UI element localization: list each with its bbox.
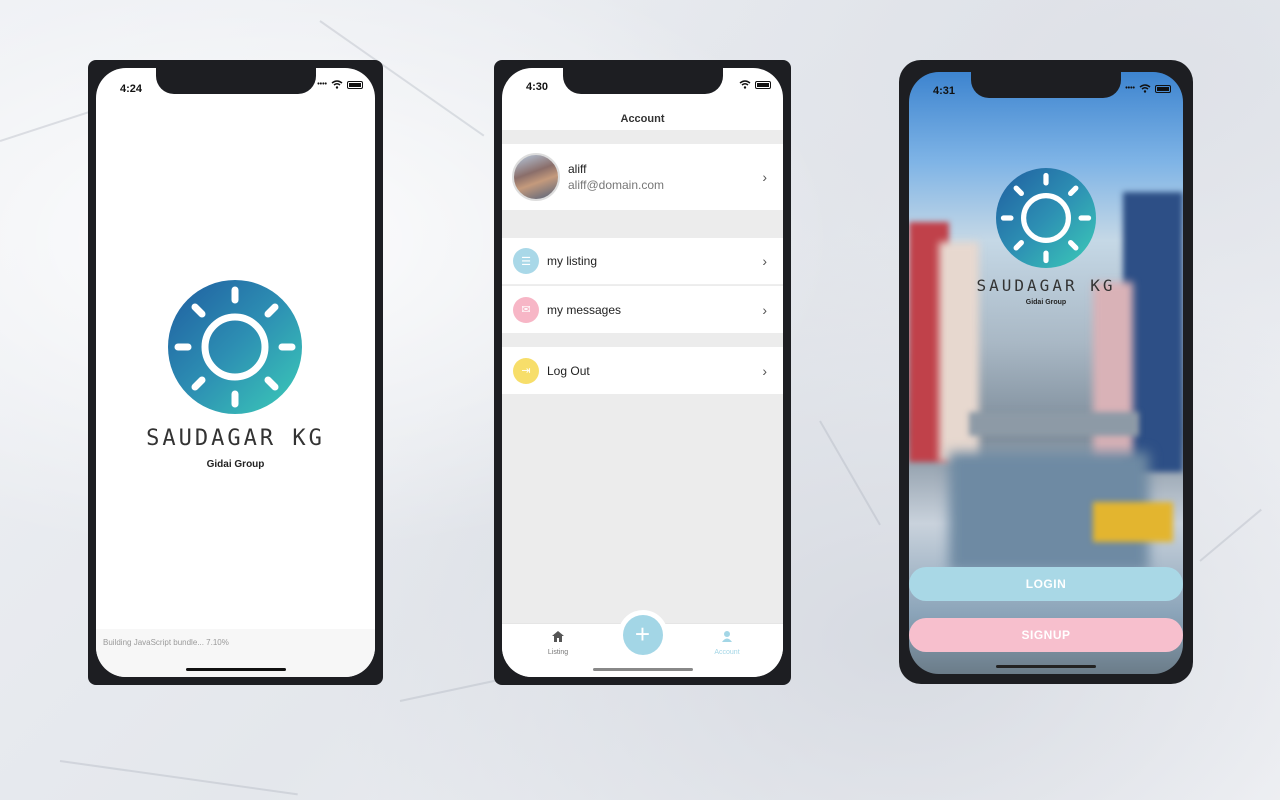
menu-item-my-listing[interactable]: ☰ my listing › [502, 238, 783, 285]
status-bar: 4:31 •••• [909, 72, 1183, 102]
login-phone: 4:31 •••• SAUDAGAR KG Gidai Group LOGIN … [899, 60, 1193, 684]
user-name: aliff [568, 162, 587, 176]
wifi-icon [1139, 84, 1151, 93]
status-bar: 4:30 [502, 68, 783, 98]
menu-item-label: my listing [547, 254, 598, 268]
avatar [512, 153, 560, 201]
tab-account[interactable]: Account [697, 630, 757, 656]
home-icon [552, 631, 564, 642]
home-indicator [592, 668, 693, 671]
account-phone: 4:30 Account aliff aliff@domain.com › ☰ … [494, 60, 791, 685]
signal-icon: •••• [1125, 85, 1135, 92]
battery-icon [1155, 84, 1171, 93]
add-listing-button[interactable]: + [622, 615, 663, 655]
battery-icon [347, 80, 363, 89]
account-screen: 4:30 Account aliff aliff@domain.com › ☰ … [502, 68, 783, 677]
fab-container: + [617, 610, 668, 660]
tab-label: Listing [547, 649, 569, 656]
profile-row[interactable]: aliff aliff@domain.com › [502, 144, 783, 210]
status-time: 4:24 [120, 83, 143, 95]
list-icon: ☰ [513, 248, 539, 274]
login-button[interactable]: LOGIN [909, 567, 1183, 601]
menu-item-log-out[interactable]: ⇥ Log Out › [502, 347, 783, 394]
sun-logo-icon [168, 280, 302, 414]
splash-phone: 4:24 •••• SAUDAGAR KG Gidai Group Buildi… [88, 60, 383, 685]
battery-icon [755, 80, 771, 89]
chevron-right-icon: › [762, 169, 767, 185]
status-bar: 4:24 •••• [96, 68, 375, 98]
brand-subtitle: Gidai Group [1025, 299, 1067, 306]
background-bridge [969, 412, 1139, 436]
menu-item-label: my messages [547, 302, 622, 317]
person-icon [722, 631, 732, 642]
brand-subtitle: Gidai Group [206, 459, 265, 470]
brand-name: SAUDAGAR KG [976, 276, 1116, 295]
wifi-icon [331, 80, 343, 89]
chevron-right-icon: › [762, 362, 767, 379]
logout-icon: ⇥ [513, 357, 539, 384]
signup-button[interactable]: SIGNUP [909, 618, 1183, 652]
wifi-icon [739, 80, 751, 89]
splash-screen: 4:24 •••• SAUDAGAR KG Gidai Group Buildi… [96, 68, 375, 677]
home-indicator [185, 668, 286, 671]
tab-listing[interactable]: Listing [528, 630, 588, 656]
page-title: Account [620, 113, 665, 125]
tab-label: Account [714, 649, 740, 656]
signal-icon: •••• [317, 81, 327, 88]
login-screen: 4:31 •••• SAUDAGAR KG Gidai Group LOGIN … [909, 72, 1183, 674]
background-boat [1093, 502, 1173, 542]
chevron-right-icon: › [762, 301, 767, 318]
brand-name: SAUDAGAR KG [146, 426, 325, 451]
menu-item-label: Log Out [547, 363, 590, 378]
user-email: aliff@domain.com [568, 178, 664, 192]
home-indicator [996, 665, 1096, 668]
menu-item-my-messages[interactable]: ✉ my messages › [502, 286, 783, 333]
mail-icon: ✉ [513, 296, 539, 323]
chevron-right-icon: › [762, 253, 767, 269]
status-time: 4:31 [933, 85, 956, 97]
sun-logo-icon [996, 168, 1096, 268]
status-time: 4:30 [526, 81, 549, 93]
